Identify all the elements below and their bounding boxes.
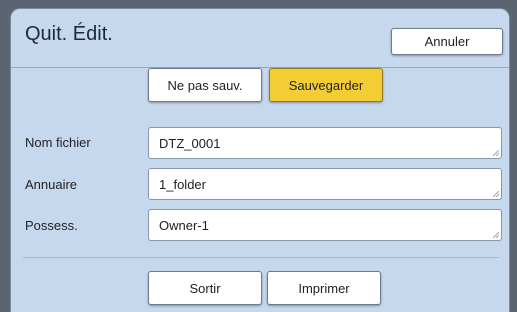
resize-grip-icon xyxy=(493,232,499,238)
directory-label: Annuaire xyxy=(25,177,78,192)
dialog-title: Quit. Édit. xyxy=(25,23,113,45)
dialog-header: Quit. Édit. Annuler xyxy=(11,9,509,68)
file-name-label: Nom fichier xyxy=(25,135,91,150)
quit-edit-dialog: Quit. Édit. Annuler Ne pas sauv. Sauvega… xyxy=(10,8,510,312)
dont-save-button[interactable]: Ne pas sauv. xyxy=(148,68,262,102)
divider xyxy=(23,257,499,258)
owner-value: Owner-1 xyxy=(159,217,209,233)
owner-field[interactable]: Owner-1 xyxy=(148,209,502,241)
file-name-value: DTZ_0001 xyxy=(159,135,221,151)
print-button[interactable]: Imprimer xyxy=(267,271,381,305)
file-name-field[interactable]: DTZ_0001 xyxy=(148,127,502,159)
directory-value: 1_folder xyxy=(159,176,206,192)
directory-field[interactable]: 1_folder xyxy=(148,168,502,200)
save-button[interactable]: Sauvegarder xyxy=(269,68,383,102)
exit-button[interactable]: Sortir xyxy=(148,271,262,305)
owner-label: Possess. xyxy=(25,218,78,233)
cancel-button[interactable]: Annuler xyxy=(391,28,503,55)
resize-grip-icon xyxy=(493,191,499,197)
resize-grip-icon xyxy=(493,150,499,156)
